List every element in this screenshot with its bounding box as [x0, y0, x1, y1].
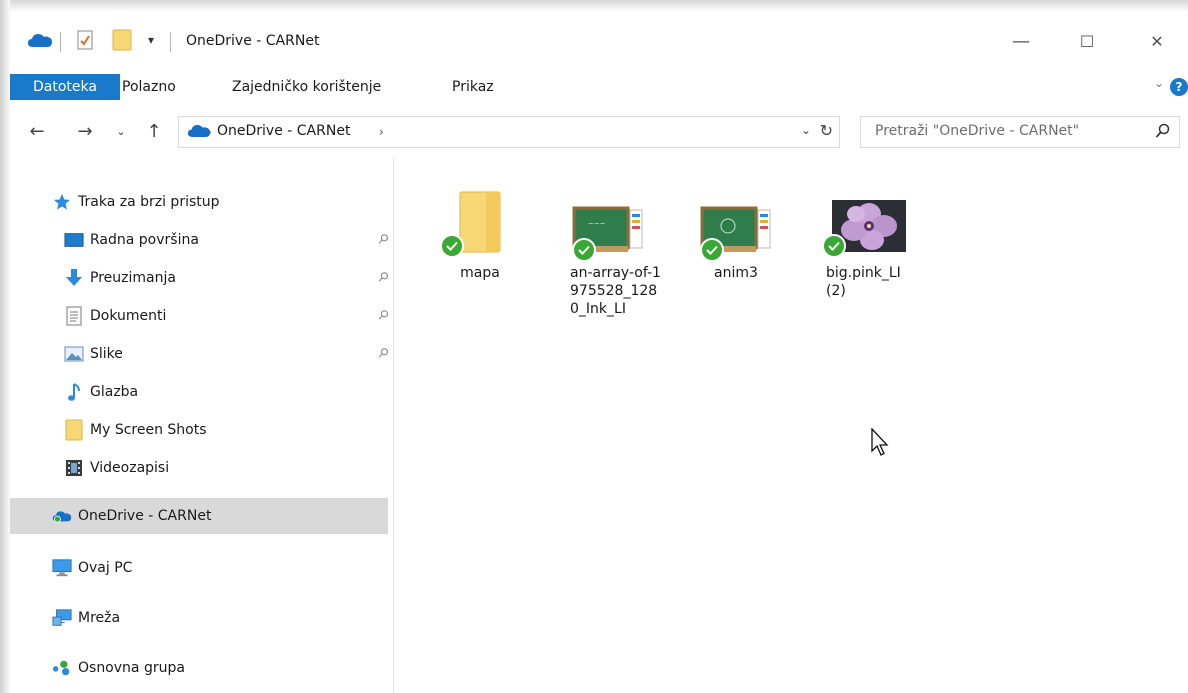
nav-quick-access[interactable]: Traka za brzi pristup [52, 184, 220, 220]
file-item-mapa[interactable]: mapa [432, 186, 528, 282]
sync-status-icon [822, 234, 846, 258]
file-item-an-array[interactable]: ~~~ an-array-of-1975528_1280_Ink_LI [560, 186, 661, 318]
file-list: mapa ~~~ an-array-of-1975528_1280_Ink_LI [394, 158, 1188, 693]
file-name: an-array-of-1975528_1280_Ink_LI [570, 265, 661, 317]
file-name: mapa [460, 265, 500, 281]
help-icon[interactable]: ? [1170, 78, 1188, 96]
star-icon [52, 192, 72, 212]
nav-label: Dokumenti [90, 308, 167, 324]
ink-image-icon [688, 186, 784, 262]
pin-icon[interactable]: ⚲ [375, 307, 392, 324]
nav-label: Radna površina [90, 232, 199, 248]
nav-label: Glazba [90, 384, 139, 400]
window-title: OneDrive - CARNet [186, 33, 320, 49]
svg-text:~~~: ~~~ [588, 220, 606, 228]
nav-label: Mreža [78, 610, 121, 626]
nav-label: Osnovna grupa [78, 660, 185, 676]
nav-item-videozapisi[interactable]: Videozapisi [64, 450, 169, 486]
tab-datoteka[interactable]: Datoteka [10, 74, 120, 100]
sync-status-icon [572, 238, 596, 262]
close-button[interactable]: ✕ [1134, 26, 1180, 56]
nav-item-dokumenti[interactable]: Dokumenti ⚲ [64, 298, 392, 334]
file-item-big-pink[interactable]: big.pink_LI (2) [816, 186, 912, 300]
forward-arrow-icon[interactable]: → [72, 118, 98, 144]
nav-item-preuzimanja[interactable]: Preuzimanja ⚲ [64, 260, 392, 296]
ink-image-icon: ~~~ [560, 186, 656, 262]
mouse-cursor-icon [870, 427, 890, 462]
music-icon [64, 382, 84, 402]
address-dropdown-icon[interactable]: ⌄ [801, 123, 811, 137]
maximize-button[interactable]: ☐ [1064, 26, 1110, 56]
pin-icon[interactable]: ⚲ [375, 345, 392, 362]
sync-status-icon [440, 234, 464, 258]
desktop-icon [64, 230, 84, 250]
recent-locations-chevron-icon[interactable]: ⌄ [114, 118, 128, 144]
tab-prikaz[interactable]: Prikaz [452, 74, 494, 100]
tab-zajednicko-koristenje[interactable]: Zajedničko korištenje [232, 74, 381, 100]
properties-icon[interactable] [74, 28, 96, 52]
nav-item-glazba[interactable]: Glazba [64, 374, 138, 410]
nav-item-mreza[interactable]: Mreža [52, 600, 120, 636]
nav-label: Ovaj PC [78, 560, 133, 576]
pictures-icon [64, 344, 84, 364]
nav-label: Preuzimanja [90, 270, 176, 286]
folder-icon [64, 419, 84, 441]
up-arrow-icon[interactable]: ↑ [142, 118, 166, 144]
nav-label: My Screen Shots [90, 422, 207, 438]
onedrive-cloud-icon[interactable] [26, 28, 54, 52]
navigation-bar: ← → ⌄ ↑ › OneDrive - CARNet › ⌄ ↻ Pretra… [10, 114, 1188, 148]
nav-item-onedrive[interactable]: OneDrive - CARNet [10, 498, 388, 534]
refresh-icon[interactable]: ↻ [820, 121, 833, 140]
nav-label: OneDrive - CARNet [78, 508, 212, 524]
search-box[interactable]: Pretraži "OneDrive - CARNet" [860, 116, 1180, 148]
ribbon-tabs: Datoteka Polazno Zajedničko korištenje P… [10, 74, 1188, 100]
minimize-button[interactable]: — [998, 26, 1044, 56]
address-bar[interactable]: › OneDrive - CARNet › ⌄ ↻ [178, 116, 840, 148]
back-arrow-icon[interactable]: ← [24, 118, 50, 144]
new-folder-icon[interactable] [110, 28, 134, 52]
homegroup-icon [52, 658, 72, 678]
nav-item-radna-povrsina[interactable]: Radna površina ⚲ [64, 222, 392, 258]
breadcrumb-chevron-icon[interactable]: › [207, 125, 212, 139]
search-input[interactable]: Pretraži "OneDrive - CARNet" [875, 123, 1079, 139]
navigation-pane: Traka za brzi pristup Radna površina ⚲ P… [10, 158, 394, 693]
videos-icon [64, 458, 84, 478]
expand-ribbon-chevron-icon[interactable]: ⌄ [1154, 76, 1164, 90]
customize-toolbar-dropdown-icon[interactable]: ▾ [142, 28, 160, 52]
documents-icon [64, 306, 84, 326]
nav-label: Videozapisi [90, 460, 170, 476]
file-name: anim3 [714, 265, 758, 281]
downloads-icon [64, 268, 84, 288]
breadcrumb-chevron-icon[interactable]: › [379, 125, 384, 139]
nav-label: Slike [90, 346, 123, 362]
nav-item-osnovna-grupa[interactable]: Osnovna grupa [52, 650, 185, 686]
nav-item-slike[interactable]: Slike ⚲ [64, 336, 392, 372]
search-icon[interactable] [1155, 123, 1171, 143]
nav-label: Traka za brzi pristup [78, 194, 220, 210]
breadcrumb-onedrive[interactable]: OneDrive - CARNet [217, 123, 350, 139]
sync-status-icon [700, 238, 724, 262]
network-icon [52, 608, 72, 628]
folder-icon [432, 186, 528, 262]
onedrive-cloud-icon [52, 506, 72, 526]
nav-item-ovaj-pc[interactable]: Ovaj PC [52, 550, 132, 586]
photo-thumbnail [816, 186, 912, 262]
explorer-window: ▾ OneDrive - CARNet — ☐ ✕ Datoteka Polaz… [10, 12, 1188, 693]
tab-polazno[interactable]: Polazno [122, 74, 176, 100]
file-name: big.pink_LI (2) [826, 265, 901, 299]
pin-icon[interactable]: ⚲ [375, 231, 392, 248]
title-bar: ▾ OneDrive - CARNet — ☐ ✕ [10, 12, 1188, 72]
file-item-anim3[interactable]: anim3 [688, 186, 784, 282]
computer-icon [52, 558, 72, 578]
nav-item-my-screen-shots[interactable]: My Screen Shots [64, 412, 207, 448]
pin-icon[interactable]: ⚲ [375, 269, 392, 286]
